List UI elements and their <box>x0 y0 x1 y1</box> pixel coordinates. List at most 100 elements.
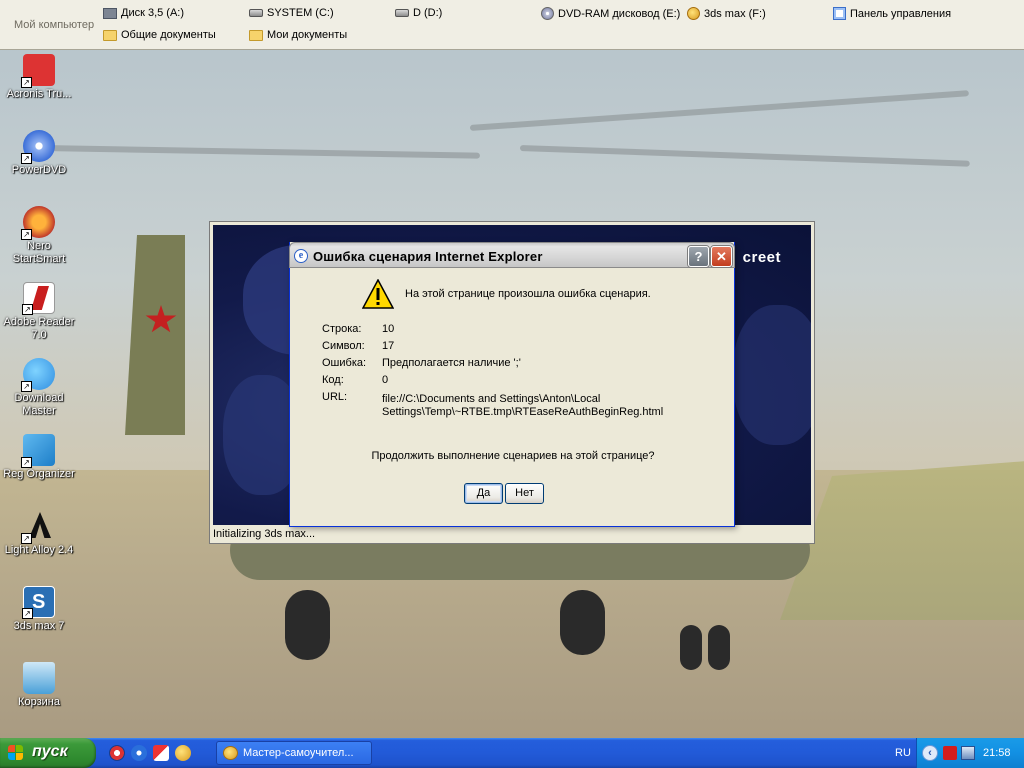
field-label-line: Строка: <box>322 323 362 335</box>
tray-expand-icon[interactable]: ‹ <box>922 745 938 761</box>
help-button[interactable]: ? <box>688 246 709 267</box>
desktop-icon-label: Корзина <box>18 696 60 708</box>
desktop-icon-recycle-bin[interactable]: Корзина <box>1 662 77 709</box>
dialog-title: Ошибка сценария Internet Explorer <box>313 249 543 264</box>
background-wheel <box>680 625 702 670</box>
my-documents-link[interactable]: Мои документы <box>249 29 347 41</box>
desktop-icon-powerdvd[interactable]: ↗ PowerDVD <box>1 130 77 177</box>
background-tail-fin <box>125 235 185 435</box>
drive-e[interactable]: DVD-RAM дисковод (E:) <box>541 7 680 20</box>
drive-f[interactable]: 3ds max (F:) <box>687 7 766 20</box>
field-label-char: Символ: <box>322 340 365 352</box>
script-error-dialog: e Ошибка сценария Internet Explorer ? ✕ … <box>289 242 735 527</box>
taskbar-window-label: Мастер-самоучител... <box>243 747 354 759</box>
drive-label: Диск 3,5 (A:) <box>121 7 185 19</box>
nero-icon: ↗ <box>21 206 55 240</box>
start-label: пуск <box>32 743 68 760</box>
desktop-icon-reg-organizer[interactable]: ↗ Reg Organizer <box>1 434 77 481</box>
desktop-icon-label: 3ds max 7 <box>13 620 65 632</box>
field-value-line: 10 <box>382 323 395 335</box>
shared-documents-link[interactable]: Общие документы <box>103 29 216 41</box>
desktop-icon-label: Nero StartSmart <box>12 240 66 265</box>
close-button[interactable]: ✕ <box>711 246 732 267</box>
system-tray: ‹ 21:58 <box>916 738 1024 768</box>
drive-a[interactable]: Диск 3,5 (A:) <box>103 7 184 19</box>
network-icon[interactable] <box>961 746 975 760</box>
desktop-icon-nero[interactable]: ↗ Nero StartSmart <box>1 206 77 266</box>
background-wheel <box>708 625 730 670</box>
desktop-icon-label: Light Alloy 2.4 <box>4 544 74 556</box>
background-wheel <box>285 590 330 660</box>
powerdvd-icon: ↗ <box>21 130 55 164</box>
taskbar-window-button[interactable]: Мастер-самоучител... <box>216 741 372 765</box>
shortcut-arrow-icon: ↗ <box>22 304 33 315</box>
desktop-icon-label: Reg Organizer <box>3 468 75 480</box>
drive-d[interactable]: D (D:) <box>395 7 442 19</box>
3dsmax-icon <box>223 746 238 760</box>
shortcut-arrow-icon: ↗ <box>21 153 32 164</box>
drive-label: SYSTEM (C:) <box>267 7 334 19</box>
taskbar: пуск Мастер-самоучител... RU ‹ 21:58 <box>0 738 1024 768</box>
3dsmax-drive-icon <box>687 7 700 20</box>
no-button[interactable]: Нет <box>505 483 544 504</box>
background-rotor-blade <box>519 145 970 167</box>
error-message: На этой странице произошла ошибка сценар… <box>405 288 651 300</box>
desktop-icon-label: Acronis Tru... <box>6 88 72 100</box>
quicklaunch-3dsmax-icon[interactable] <box>175 745 191 761</box>
download-master-icon: ↗ <box>21 358 55 392</box>
start-button[interactable]: пуск <box>0 738 96 768</box>
3dsmax-icon: S ↗ <box>22 586 55 619</box>
hard-drive-icon <box>249 9 263 17</box>
drive-label: DVD-RAM дисковод (E:) <box>558 7 681 20</box>
floppy-icon <box>103 7 117 19</box>
folder-icon <box>249 29 263 41</box>
recycle-bin-icon <box>23 662 55 694</box>
yes-button[interactable]: Да <box>464 483 503 504</box>
installer-status-text: Initializing 3ds max... <box>213 528 316 540</box>
shortcut-arrow-icon: ↗ <box>21 77 32 88</box>
desktop-icon-light-alloy[interactable]: ↗ Light Alloy 2.4 <box>1 510 77 557</box>
drive-label: 3ds max (F:) <box>704 7 766 20</box>
shortcut-arrow-icon: ↗ <box>21 533 32 544</box>
quicklaunch-media-icon[interactable] <box>109 745 125 761</box>
clock: 21:58 <box>983 747 1011 759</box>
toolbar-title: Мой компьютер <box>14 19 95 31</box>
drive-c[interactable]: SYSTEM (C:) <box>249 7 334 19</box>
field-value-url-cont: Settings\Temp\~RTBE.tmp\RTEaseReAuthBegi… <box>382 406 664 418</box>
desktop-icon-download-master[interactable]: ↗ Download Master <box>1 358 77 418</box>
quicklaunch-app-icon[interactable] <box>153 745 169 761</box>
field-value-error: Предполагается наличие ';' <box>382 357 521 369</box>
shortcut-arrow-icon: ↗ <box>21 229 32 240</box>
acronis-icon: ↗ <box>21 54 55 88</box>
dialog-titlebar[interactable]: e Ошибка сценария Internet Explorer ? ✕ <box>289 242 735 268</box>
windows-logo-icon <box>8 745 25 761</box>
shortcut-arrow-icon: ↗ <box>22 608 33 619</box>
folder-label: Мои документы <box>267 29 348 41</box>
drive-label: D (D:) <box>413 7 443 19</box>
background-wheel <box>560 590 605 655</box>
installer-logo-text: creet <box>742 249 781 266</box>
continue-question: Продолжить выполнение сценариев на этой … <box>371 450 655 462</box>
quicklaunch-player-icon[interactable] <box>131 745 147 761</box>
field-label-code: Код: <box>322 374 344 386</box>
control-panel-link[interactable]: Панель управления <box>833 7 951 20</box>
background-rotor-blade <box>469 90 969 131</box>
desktop-icon-label: PowerDVD <box>11 164 67 176</box>
background-rotor-blade <box>39 145 480 159</box>
desktop-icon-label: Adobe Reader 7.0 <box>3 316 75 341</box>
ati-icon[interactable] <box>943 746 957 760</box>
desktop-icon-adobe-reader[interactable]: ↗ Adobe Reader 7.0 <box>1 282 77 342</box>
hard-drive-icon <box>395 9 409 17</box>
adobe-reader-icon: ↗ <box>22 282 55 315</box>
field-value-char: 17 <box>382 340 395 352</box>
internet-explorer-icon: e <box>294 249 308 263</box>
light-alloy-icon: ↗ <box>21 510 55 544</box>
desktop-icon-3dsmax[interactable]: S ↗ 3ds max 7 <box>1 586 77 633</box>
language-indicator[interactable]: RU <box>895 747 911 759</box>
folder-label: Общие документы <box>121 29 216 41</box>
desktop-icon-acronis[interactable]: ↗ Acronis Tru... <box>1 54 77 101</box>
field-value-url: file://C:\Documents and Settings\Anton\L… <box>382 393 601 405</box>
field-label-error: Ошибка: <box>322 357 367 369</box>
drive-label: Панель управления <box>850 7 952 20</box>
shortcut-arrow-icon: ↗ <box>21 457 32 468</box>
